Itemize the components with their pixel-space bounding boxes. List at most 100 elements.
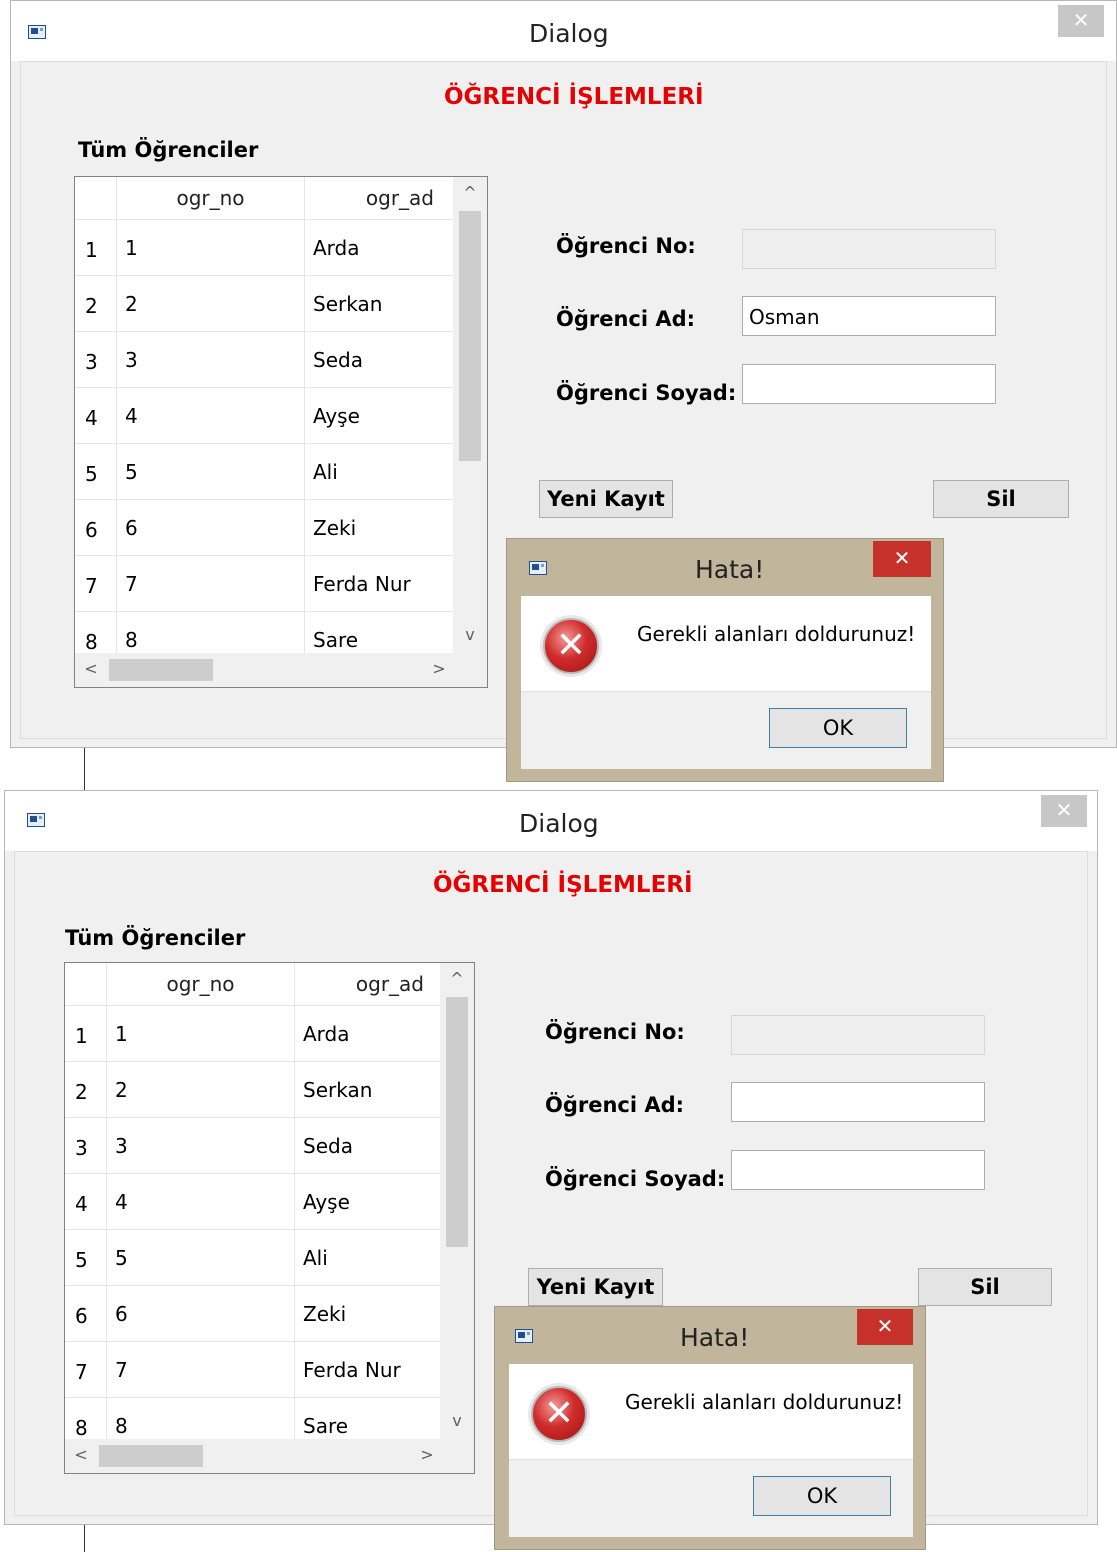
student-no-field[interactable] [742,229,996,269]
message-box-title: Hata! [680,1323,750,1352]
error-message-box: Hata! ✕ ✕ Gerekli alanları doldurunuz! O… [494,1306,926,1550]
horizontal-scroll-thumb[interactable] [99,1445,203,1467]
close-message-button[interactable]: ✕ [857,1309,913,1345]
close-window-button[interactable]: ✕ [1058,5,1104,37]
row-header: 2 [75,276,117,332]
new-record-button[interactable]: Yeni Kayıt [528,1268,663,1306]
row-header: 5 [75,444,117,500]
student-no-field[interactable] [731,1015,985,1055]
students-table[interactable]: ogr_no ogr_ad 1 1 Arda 2 2 Serkan 3 3 Se… [64,962,475,1474]
delete-button[interactable]: Sil [933,480,1069,518]
table-row[interactable]: 5 5 Ali [65,1230,445,1286]
student-surname-field[interactable] [731,1150,985,1190]
app-window-icon [515,1329,533,1343]
student-surname-label: Öğrenci Soyad: [556,381,737,405]
table-header: ogr_no ogr_ad [75,177,455,220]
horizontal-scrollbar[interactable]: < > [75,653,487,687]
cell-ogr-no: 3 [107,1118,295,1174]
message-text: Gerekli alanları doldurunuz! [625,1390,904,1414]
screenshot-2: Dialog ✕ ÖĞRENCİ İŞLEMLERİ Tüm Öğrencile… [0,776,1117,1552]
table-row[interactable]: 7 7 Ferda Nur [65,1342,445,1398]
row-header: 4 [75,388,117,444]
scroll-up-arrow-icon[interactable]: ^ [460,183,480,202]
cell-ogr-no: 6 [107,1286,295,1342]
scroll-right-arrow-icon[interactable]: > [417,1445,437,1464]
row-header: 6 [65,1286,107,1342]
table-row[interactable]: 1 1 Arda [75,220,455,276]
message-footer: OK [521,691,931,769]
cell-ogr-no: 3 [117,332,305,388]
app-window-icon [28,25,46,39]
row-header: 1 [65,1006,107,1062]
column-header-ogr-no[interactable]: ogr_no [107,963,295,1006]
column-header-ogr-ad[interactable]: ogr_ad [295,963,445,1006]
column-header-ogr-ad[interactable]: ogr_ad [305,177,455,220]
close-window-button[interactable]: ✕ [1041,795,1087,827]
window-title: Dialog [529,19,609,48]
vertical-scrollbar[interactable]: ^ v [440,963,474,1441]
vertical-scroll-thumb[interactable] [459,211,481,461]
table-row[interactable]: 6 6 Zeki [65,1286,445,1342]
new-record-button[interactable]: Yeni Kayıt [539,480,673,518]
cell-ogr-no: 2 [107,1062,295,1118]
students-table[interactable]: ogr_no ogr_ad 1 1 Arda 2 2 Serkan 3 3 Se… [74,176,488,688]
student-name-field[interactable] [731,1082,985,1122]
scroll-left-arrow-icon[interactable]: < [81,659,101,678]
app-window-icon [27,813,45,827]
table-row[interactable]: 4 4 Ayşe [75,388,455,444]
cell-ogr-ad: Ayşe [305,388,455,444]
table-row[interactable]: 7 7 Ferda Nur [75,556,455,612]
row-header: 7 [65,1342,107,1398]
table-row[interactable]: 3 3 Seda [75,332,455,388]
cell-ogr-no: 5 [117,444,305,500]
scroll-right-arrow-icon[interactable]: > [429,659,449,678]
horizontal-scrollbar[interactable]: < > [65,1439,474,1473]
page-title: ÖĞRENCİ İŞLEMLERİ [444,84,704,110]
message-body: ✕ Gerekli alanları doldurunuz! [509,1364,913,1459]
ok-button[interactable]: OK [753,1476,891,1516]
table-header: ogr_no ogr_ad [65,963,445,1006]
row-header: 3 [75,332,117,388]
table-row[interactable]: 2 2 Serkan [75,276,455,332]
window-title: Dialog [519,809,599,838]
students-section-label: Tüm Öğrenciler [78,138,259,162]
cell-ogr-ad: Ferda Nur [305,556,455,612]
cell-ogr-no: 4 [117,388,305,444]
app-window-icon [529,561,547,575]
cell-ogr-ad: Ali [305,444,455,500]
row-header: 2 [65,1062,107,1118]
title-bar[interactable]: Dialog ✕ [11,1,1116,61]
title-bar[interactable]: Dialog ✕ [5,791,1097,851]
column-header-ogr-no[interactable]: ogr_no [117,177,305,220]
scroll-down-arrow-icon[interactable]: v [460,625,480,644]
cell-ogr-ad: Zeki [295,1286,445,1342]
row-header: 5 [65,1230,107,1286]
table-row[interactable]: 4 4 Ayşe [65,1174,445,1230]
vertical-scrollbar[interactable]: ^ v [453,177,487,655]
row-header: 4 [65,1174,107,1230]
cell-ogr-ad: Seda [305,332,455,388]
table-row[interactable]: 2 2 Serkan [65,1062,445,1118]
scroll-up-arrow-icon[interactable]: ^ [447,969,467,988]
row-header: 6 [75,500,117,556]
close-message-button[interactable]: ✕ [873,541,931,577]
vertical-scroll-thumb[interactable] [446,997,468,1247]
cell-ogr-ad: Zeki [305,500,455,556]
scroll-down-arrow-icon[interactable]: v [447,1411,467,1430]
error-icon: ✕ [543,618,599,674]
cell-ogr-no: 7 [107,1342,295,1398]
table-row[interactable]: 1 1 Arda [65,1006,445,1062]
message-body: ✕ Gerekli alanları doldurunuz! [521,596,931,691]
student-name-field[interactable]: Osman [742,296,996,336]
horizontal-scroll-thumb[interactable] [109,659,213,681]
cell-ogr-ad: Ferda Nur [295,1342,445,1398]
table-row[interactable]: 6 6 Zeki [75,500,455,556]
ok-button[interactable]: OK [769,708,907,748]
table-row[interactable]: 3 3 Seda [65,1118,445,1174]
student-no-label: Öğrenci No: [556,234,696,258]
delete-button[interactable]: Sil [918,1268,1052,1306]
table-row[interactable]: 5 5 Ali [75,444,455,500]
student-name-label: Öğrenci Ad: [556,307,696,331]
scroll-left-arrow-icon[interactable]: < [71,1445,91,1464]
student-surname-field[interactable] [742,364,996,404]
